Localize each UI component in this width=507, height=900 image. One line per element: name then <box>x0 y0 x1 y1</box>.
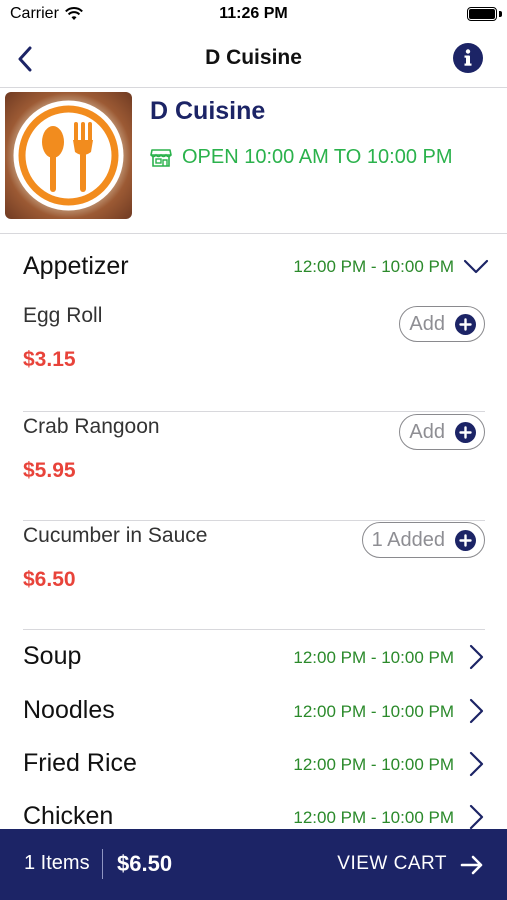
category-fried-rice[interactable]: Fried Rice 12:00 PM - 10:00 PM <box>0 744 507 798</box>
category-time: 12:00 PM - 10:00 PM <box>293 702 454 721</box>
menu-item-crab-rangoon: Crab Rangoon $5.95 Add <box>23 413 485 521</box>
info-button[interactable] <box>453 43 483 73</box>
add-button-label: 1 Added <box>371 528 445 551</box>
restaurant-logo <box>5 92 132 219</box>
added-button[interactable]: 1 Added <box>361 522 485 558</box>
item-price: $5.95 <box>23 459 76 482</box>
category-noodles[interactable]: Noodles 12:00 PM - 10:00 PM <box>0 690 507 744</box>
restaurant-header: D Cuisine OPEN 10:00 AM TO 10:00 PM <box>0 88 507 234</box>
add-button[interactable]: Add <box>399 414 485 450</box>
chevron-down-icon <box>463 259 489 274</box>
hours-label: OPEN 10:00 AM TO 10:00 PM <box>182 146 453 168</box>
chevron-right-icon <box>469 751 484 777</box>
category-name: Noodles <box>23 696 115 724</box>
add-button[interactable]: Add <box>399 306 485 342</box>
category-time: 12:00 PM - 10:00 PM <box>293 648 454 667</box>
item-name: Cucumber in Sauce <box>23 524 208 547</box>
cart-divider <box>102 849 103 879</box>
fork-spoon-logo-icon <box>13 100 124 211</box>
chevron-right-icon <box>469 698 484 724</box>
info-icon <box>464 49 472 66</box>
status-bar: Carrier 11:26 PM <box>0 0 507 30</box>
category-soup[interactable]: Soup 12:00 PM - 10:00 PM <box>0 636 507 690</box>
view-cart-bar[interactable]: 1 Items $6.50 VIEW CART <box>0 829 507 900</box>
add-button-label: Add <box>409 420 445 443</box>
view-cart-label: VIEW CART <box>337 853 447 874</box>
cart-total: $6.50 <box>117 851 173 876</box>
category-time: 12:00 PM - 10:00 PM <box>293 755 454 774</box>
cart-item-count: 1 Items <box>24 852 90 874</box>
item-name: Crab Rangoon <box>23 415 160 438</box>
plus-icon <box>455 421 476 443</box>
category-chicken[interactable]: Chicken 12:00 PM - 10:00 PM <box>0 798 507 829</box>
category-name: Fried Rice <box>23 749 137 777</box>
menu-item-cucumber-in-sauce: Cucumber in Sauce $6.50 1 Added <box>23 522 485 630</box>
battery-cap <box>499 11 502 17</box>
item-price: $3.15 <box>23 348 76 371</box>
battery-icon <box>467 7 497 21</box>
category-name: Soup <box>23 642 82 670</box>
clock: 11:26 PM <box>219 5 288 22</box>
item-name: Egg Roll <box>23 304 103 327</box>
category-time: 12:00 PM - 10:00 PM <box>293 257 454 276</box>
menu-list[interactable]: Appetizer 12:00 PM - 10:00 PM Egg Roll $… <box>0 234 507 829</box>
plus-icon <box>455 313 476 335</box>
page-title: D Cuisine <box>205 46 302 69</box>
chevron-right-icon <box>469 644 484 670</box>
category-time: 12:00 PM - 10:00 PM <box>293 808 454 827</box>
category-appetizer[interactable]: Appetizer 12:00 PM - 10:00 PM <box>0 248 507 302</box>
restaurant-hours: OPEN 10:00 AM TO 10:00 PM <box>150 146 453 169</box>
store-icon <box>150 148 172 167</box>
chevron-right-icon <box>469 804 484 829</box>
menu-item-egg-roll: Egg Roll $3.15 Add <box>23 304 485 412</box>
navigation-bar: D Cuisine <box>0 30 507 88</box>
category-name: Chicken <box>23 802 114 829</box>
category-name: Appetizer <box>23 252 129 280</box>
add-button-label: Add <box>409 312 445 335</box>
plus-icon <box>455 529 476 551</box>
arrow-right-icon <box>460 855 483 875</box>
restaurant-name: D Cuisine <box>150 97 266 125</box>
item-price: $6.50 <box>23 568 76 591</box>
